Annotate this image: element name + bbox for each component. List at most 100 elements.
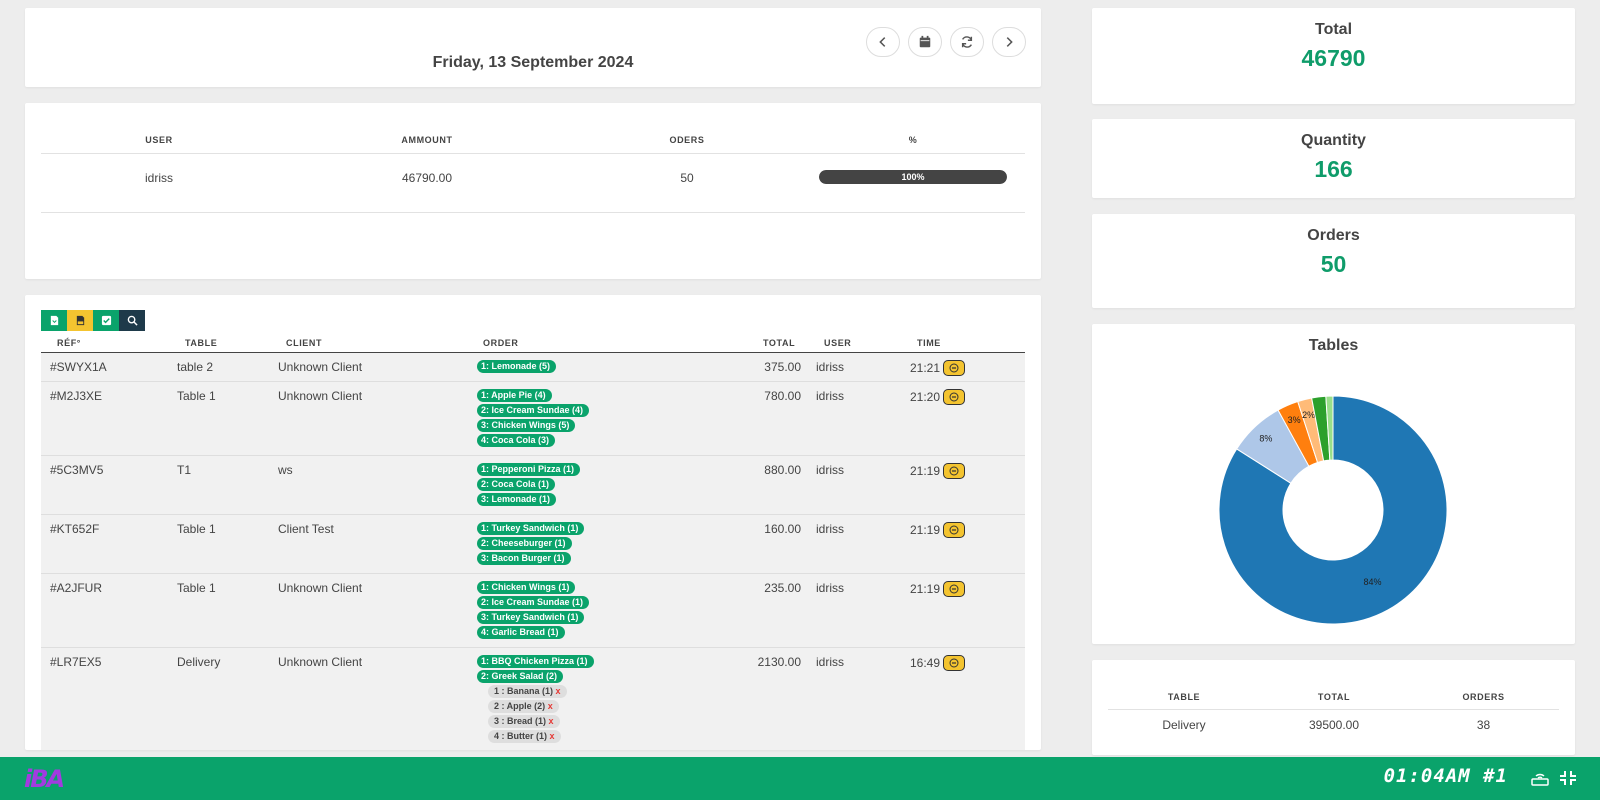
order-total: 160.00 xyxy=(764,522,801,536)
order-action-button[interactable] xyxy=(943,463,966,479)
order-item-pill: 2: Cheeseburger (1) xyxy=(477,537,572,550)
header-orders: ORDERS xyxy=(1462,692,1505,702)
quantity-card: Quantity 166 xyxy=(1092,119,1575,198)
tables-list-card: TABLE TOTAL ORDERS Delivery 39500.00 38 xyxy=(1092,660,1575,755)
chevron-right-icon xyxy=(1006,37,1013,47)
header-client: CLIENT xyxy=(286,338,323,348)
tables-chart-card: Tables 84% 8% 3% 2% xyxy=(1092,324,1575,644)
minus-icon xyxy=(949,392,959,402)
order-subitem: 1 : Banana (1) x xyxy=(488,685,567,698)
bottom-bar: iBA 01:04AM #1 xyxy=(0,757,1600,800)
order-action-button[interactable] xyxy=(943,581,966,597)
order-subitem: 4 : Butter (1) x xyxy=(488,730,561,743)
user-table-header: USER AMMOUNT ODERS % xyxy=(41,131,1025,151)
orders-count-card: Orders 50 xyxy=(1092,214,1575,308)
user-row: idriss 46790.00 50 100% xyxy=(41,153,1025,213)
remove-subitem-button[interactable]: x xyxy=(548,701,553,711)
calendar-button[interactable] xyxy=(908,27,942,57)
user-summary-card: USER AMMOUNT ODERS % idriss 46790.00 50 … xyxy=(25,103,1041,279)
order-time-wrap: 21:19 xyxy=(910,522,966,538)
order-time: 21:20 xyxy=(910,390,941,404)
order-ref[interactable]: #LR7EX5 xyxy=(50,655,101,669)
donut-slice-label: 3% xyxy=(1288,415,1301,425)
minus-icon xyxy=(949,584,959,594)
order-row[interactable]: #SWYX1A table 2 Unknown Client 1: Lemonade … xyxy=(41,353,1025,382)
minus-icon xyxy=(949,658,959,668)
order-user: idriss xyxy=(816,360,845,374)
remove-subitem-button[interactable]: x xyxy=(549,716,554,726)
quantity-label: Quantity xyxy=(1301,132,1366,149)
tables-list-header: TABLE TOTAL ORDERS xyxy=(1108,688,1559,710)
order-ref[interactable]: #M2J3XE xyxy=(50,389,102,403)
order-action-button[interactable] xyxy=(943,522,966,538)
order-item-pill: 2: Greek Salad (2) xyxy=(477,670,564,683)
next-day-button[interactable] xyxy=(992,27,1026,57)
order-user: idriss xyxy=(816,522,845,536)
header-table: TABLE xyxy=(185,338,218,348)
minus-icon xyxy=(949,525,959,535)
order-row[interactable]: #KT652F Table 1 Client Test 1: Turkey Sandw… xyxy=(41,515,1025,574)
header-user: USER xyxy=(824,338,852,348)
tables-donut-chart: 84% 8% 3% 2% xyxy=(1218,395,1448,625)
total-label: Total xyxy=(1314,21,1353,38)
donut-slice-label: 84% xyxy=(1363,577,1381,587)
tables-list-row: Delivery 39500.00 38 xyxy=(1108,710,1559,740)
header-amount: AMMOUNT xyxy=(401,135,453,145)
order-action-button[interactable] xyxy=(943,360,966,376)
refresh-button[interactable] xyxy=(950,27,984,57)
order-action-button[interactable] xyxy=(943,655,966,671)
order-row[interactable]: #LR7EX5 Delivery Unknown Client 1: BBQ Chic… xyxy=(41,648,1025,750)
previous-day-button[interactable] xyxy=(866,27,900,57)
app-logo[interactable]: iBA xyxy=(24,765,65,793)
order-item-pill: 3: Lemonade (1) xyxy=(477,493,557,506)
orders-table-header: RÉF° TABLE CLIENT ORDER TOTAL USER TIME xyxy=(41,335,1025,353)
remove-subitem-button[interactable]: x xyxy=(550,731,555,741)
orders-toolbar xyxy=(41,310,145,331)
header-total: TOTAL xyxy=(1317,692,1351,702)
header-orders: ODERS xyxy=(669,135,705,145)
order-client: Unknown Client xyxy=(278,581,363,595)
order-user: idriss xyxy=(816,389,845,403)
user-amount: 46790.00 xyxy=(401,171,453,185)
date-card: Friday, 13 September 2024 xyxy=(25,8,1041,87)
order-user: idriss xyxy=(816,655,845,669)
order-item-pill: 3: Bacon Burger (1) xyxy=(477,552,571,565)
search-icon xyxy=(127,315,138,326)
order-ref[interactable]: #SWYX1A xyxy=(50,360,107,374)
order-ref[interactable]: #A2JFUR xyxy=(50,581,102,595)
order-time-wrap: 21:19 xyxy=(910,463,966,479)
order-total: 880.00 xyxy=(764,463,801,477)
order-table: Delivery xyxy=(177,655,221,669)
order-action-button[interactable] xyxy=(943,389,966,405)
order-item-pill: 3: Chicken Wings (5) xyxy=(477,419,576,432)
subitem-label: 1 : Banana (1) xyxy=(494,686,554,696)
order-row[interactable]: #5C3MV5 T1 ws 1: Pepperoni Pizza (1) 2: Coca… xyxy=(41,456,1025,515)
check-icon xyxy=(101,315,111,326)
order-table: Table 1 xyxy=(177,581,216,595)
order-item-pill: 1: BBQ Chicken Pizza (1) xyxy=(477,655,594,668)
subitem-label: 3 : Bread (1) xyxy=(494,716,547,726)
order-row[interactable]: #A2JFUR Table 1 Unknown Client 1: Chicken W… xyxy=(41,574,1025,648)
search-button[interactable] xyxy=(119,310,145,331)
router-icon[interactable] xyxy=(1530,769,1550,787)
order-items: 1: Chicken Wings (1) 2: Ice Cream Sundae … xyxy=(477,581,590,641)
order-ref[interactable]: #KT652F xyxy=(50,522,99,536)
order-items: 1: Lemonade (5) xyxy=(477,360,557,375)
export-pdf-button[interactable] xyxy=(67,310,93,331)
table-orders: 38 xyxy=(1476,718,1491,732)
remove-subitem-button[interactable]: x xyxy=(556,686,561,696)
order-user: idriss xyxy=(816,581,845,595)
user-orders: 50 xyxy=(680,171,694,185)
order-item-pill: 2: Ice Cream Sundae (1) xyxy=(477,596,590,609)
select-button[interactable] xyxy=(93,310,119,331)
minus-icon xyxy=(949,363,959,373)
donut-slice-label: 2% xyxy=(1302,410,1315,420)
order-row[interactable]: #M2J3XE Table 1 Unknown Client 1: Apple Pie… xyxy=(41,382,1025,456)
compress-icon[interactable] xyxy=(1558,769,1578,787)
export-excel-button[interactable] xyxy=(41,310,67,331)
chevron-left-icon xyxy=(879,37,886,47)
refresh-icon xyxy=(961,36,973,48)
order-ref[interactable]: #5C3MV5 xyxy=(50,463,103,477)
order-item-pill: 1: Turkey Sandwich (1) xyxy=(477,522,585,535)
order-time: 21:19 xyxy=(910,582,941,596)
